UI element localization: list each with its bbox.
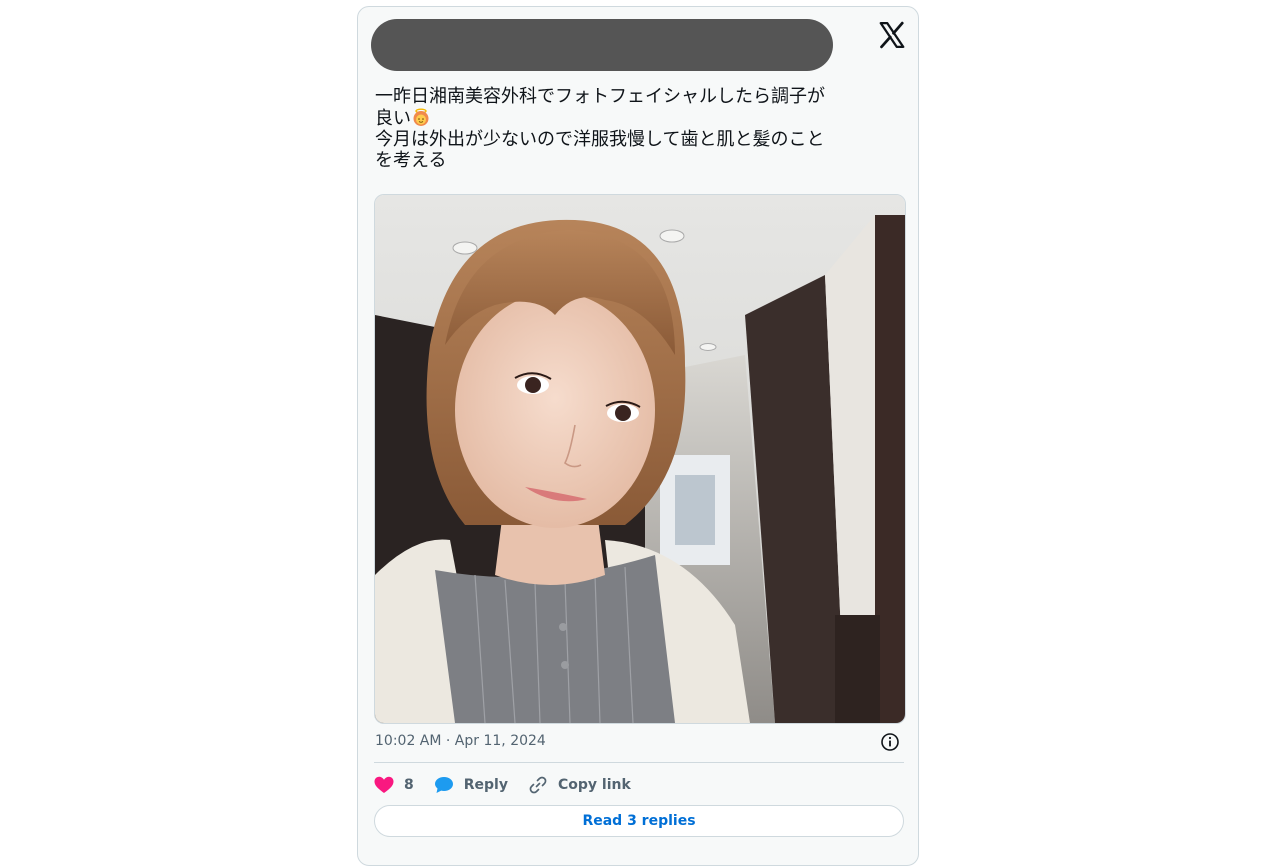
tweet-text: 一昨日湘南美容外科でフォトフェイシャルしたら調子が 良い 今月は外出が少ないので… [375,86,895,171]
copy-link-label: Copy link [557,777,631,793]
copy-link-button[interactable]: Copy link [528,775,631,795]
selfie-photo-illustration [375,195,905,723]
tweet-actions: 8 Reply Copy link [374,774,651,796]
tweet-timestamp[interactable]: 10:02 AM · Apr 11, 2024 [375,733,546,749]
tweet-text-line-1: 一昨日湘南美容外科でフォトフェイシャルしたら調子が [375,86,825,107]
like-count: 8 [404,777,414,793]
like-button[interactable]: 8 [374,776,414,794]
heart-icon [374,776,394,793]
x-logo-icon[interactable] [877,20,907,50]
tweet-text-line-2: 良い [375,108,411,129]
speech-bubble-icon [434,777,453,793]
tweet-embed-card: 一昨日湘南美容外科でフォトフェイシャルしたら調子が 良い 今月は外出が少ないので… [357,6,919,866]
tweet-text-line-4: を考える [375,150,447,171]
info-icon[interactable] [880,732,900,752]
tweet-text-line-3: 今月は外出が少ないので洋服我慢して歯と肌と髪のこと [375,129,825,150]
reply-button[interactable]: Reply [434,776,508,794]
woman-with-halo-emoji [413,108,429,126]
read-replies-button[interactable]: Read 3 replies [374,805,904,837]
action-divider [374,762,904,763]
redacted-author-header [371,19,833,71]
link-icon [529,776,547,794]
tweet-photo[interactable] [374,194,906,724]
reply-label: Reply [463,777,508,793]
